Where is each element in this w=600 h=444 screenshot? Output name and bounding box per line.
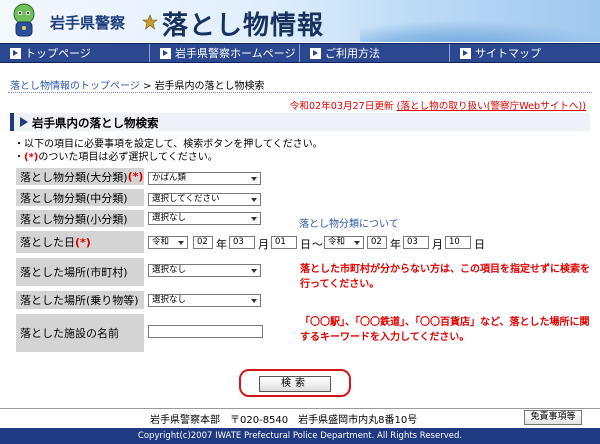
page-heading: 岩手県内の落とし物検索 (10, 113, 590, 131)
major-category-label: 落とし物分類(大分類) (*) (16, 168, 144, 185)
nav-label: サイトマップ (475, 47, 541, 60)
arrow-right-icon (160, 47, 171, 59)
day-unit: 日 (474, 238, 485, 251)
label-text: 落とした日 (20, 236, 75, 249)
copyright-bar: Copyright(c)2007 IWATE Prefectural Polic… (0, 428, 600, 444)
footer-divider (0, 408, 600, 409)
minor-category-select[interactable]: 選択なし (148, 212, 261, 225)
nav-label: トップページ (25, 47, 91, 60)
label-text: 落とし物分類(大分類) (20, 170, 128, 184)
required-mark: (*) (24, 152, 39, 163)
footer-address: 岩手県警察本部 〒020-8540 岩手県盛岡市内丸8番10号 (150, 415, 418, 426)
mascot-icon (13, 3, 35, 37)
nav-police-homepage[interactable]: 岩手県警察ホームページ (150, 44, 300, 62)
city-select[interactable]: 選択なし (148, 264, 261, 277)
category-info-link[interactable]: 落とし物分類について (299, 215, 399, 230)
triangle-bullet-icon (20, 117, 28, 127)
arrow-right-icon (310, 47, 321, 59)
nav-sitemap[interactable]: サイトマップ (450, 44, 600, 62)
required-mark: (*) (75, 235, 91, 249)
day-unit: 日 (300, 238, 311, 251)
nav-label: 岩手県警察ホームページ (175, 47, 296, 60)
arrow-right-icon (460, 47, 471, 59)
to-era-select[interactable]: 令和 (324, 236, 364, 249)
site-header: 岩手県警察 落とし物情報 (0, 0, 600, 42)
breadcrumb-separator: > (139, 81, 155, 92)
breadcrumb-current: 岩手県内の落とし物検索 (154, 81, 265, 92)
date-label: 落とした日 (*) (16, 231, 144, 253)
year-unit: 年 (216, 238, 227, 251)
to-month-input[interactable]: 03 (403, 236, 429, 249)
vehicle-label: 落とした場所(乗り物等) (16, 291, 144, 309)
city-label: 落とした場所(市町村) (16, 258, 144, 286)
nav-usage[interactable]: ご利用方法 (300, 44, 450, 62)
to-year-input[interactable]: 02 (367, 236, 387, 249)
facility-note: 「〇〇駅」、「〇〇鉄道」、「〇〇百貨店」など、落とした場所に関するキーワードを入… (300, 317, 590, 343)
police-label: 岩手県警察 (50, 14, 126, 32)
arrow-right-icon (10, 47, 21, 59)
city-note: 落とした市町村が分からない方は、この項目を指定せずに検索を行ってください。 (300, 264, 590, 290)
breadcrumb-home-link[interactable]: 落とし物情報のトップページ (10, 81, 140, 92)
site-title: 落とし物情報 (162, 11, 325, 41)
year-unit: 年 (390, 238, 401, 251)
to-day-input[interactable]: 10 (445, 236, 471, 249)
from-year-input[interactable]: 02 (193, 236, 213, 249)
from-day-input[interactable]: 01 (271, 236, 297, 249)
minor-category-label: 落とし物分類(小分類) (16, 210, 144, 227)
from-era-select[interactable]: 令和 (148, 236, 188, 249)
main-nav: トップページ 岩手県警察ホームページ ご利用方法 サイトマップ (0, 43, 600, 63)
month-unit: 月 (258, 238, 269, 251)
middle-category-label: 落とし物分類(中分類) (16, 189, 144, 206)
lost-item-policy-link[interactable]: (落とし物の取り扱い(警察庁Webサイトへ)) (397, 101, 586, 112)
update-date: 令和02年03月27日更新 (289, 101, 394, 112)
page-title: 岩手県内の落とし物検索 (32, 116, 159, 130)
range-separator: 〜 (312, 238, 323, 251)
nav-top-page[interactable]: トップページ (0, 44, 150, 62)
month-unit: 月 (432, 238, 443, 251)
header-decoration (360, 20, 600, 42)
breadcrumb: 落とし物情報のトップページ > 岩手県内の落とし物検索 (10, 77, 265, 92)
disclaimer-button[interactable]: 免責事項等 (524, 410, 582, 425)
required-note: ・(*)のついた項目は必ず選択してください。 (14, 148, 218, 163)
required-mark: (*) (127, 170, 144, 183)
from-month-input[interactable]: 03 (229, 236, 255, 249)
search-button[interactable]: 検索 (259, 376, 331, 392)
police-emblem-icon (142, 14, 158, 30)
note-text: のついた項目は必ず選択してください。 (38, 152, 218, 163)
facility-name-input[interactable] (148, 325, 263, 338)
breadcrumb-divider (8, 92, 592, 93)
middle-category-select[interactable]: 選択してください (148, 193, 261, 206)
note-prefix: ・ (14, 152, 24, 163)
update-info: 令和02年03月27日更新 (落とし物の取り扱い(警察庁Webサイトへ)) (290, 98, 586, 112)
facility-label: 落とした施設の名前 (16, 314, 144, 352)
major-category-select[interactable]: かばん類 (148, 172, 261, 185)
vehicle-select[interactable]: 選択なし (148, 294, 261, 307)
nav-label: ご利用方法 (325, 47, 380, 60)
